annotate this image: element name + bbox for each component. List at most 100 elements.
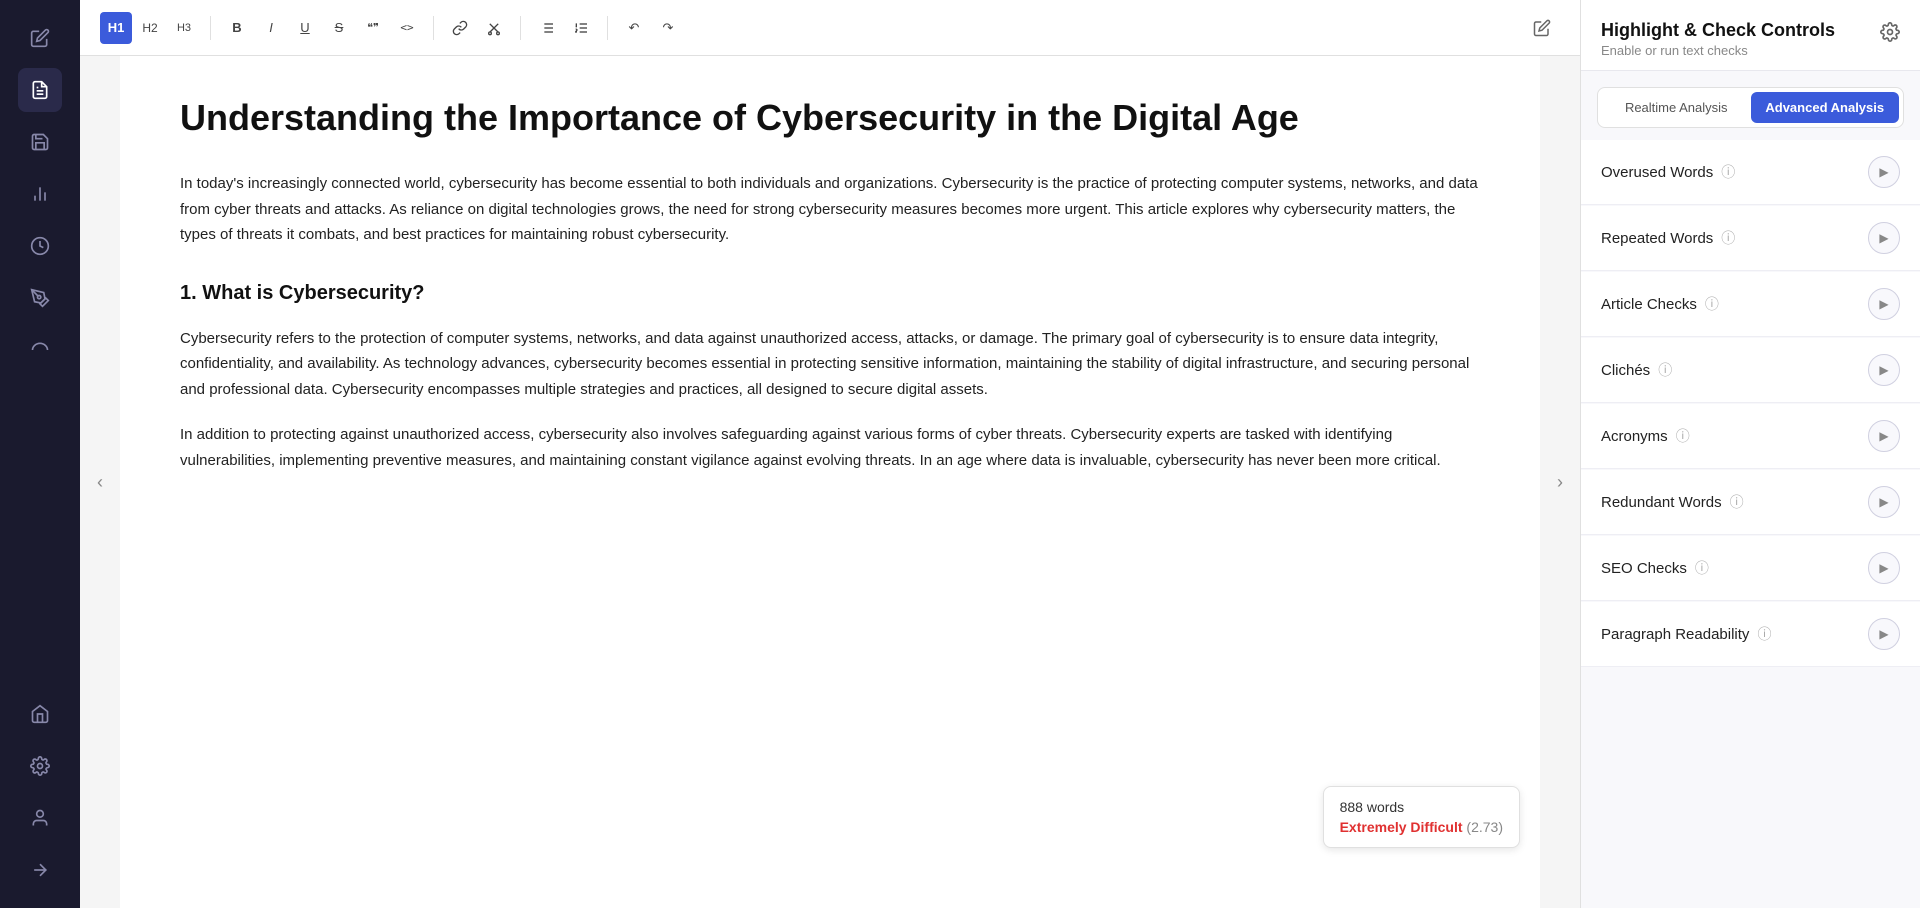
redo-button[interactable]: ↷ bbox=[652, 12, 684, 44]
sidebar-user-icon[interactable] bbox=[18, 796, 62, 840]
check-item-left-3: Article Checks ⓘ bbox=[1601, 294, 1719, 314]
sidebar-bottom bbox=[18, 692, 62, 892]
word-count-label: 888 words bbox=[1340, 799, 1503, 815]
sidebar-highlight-icon[interactable] bbox=[18, 276, 62, 320]
repeated-words-label: Repeated Words bbox=[1601, 230, 1713, 247]
divider-2 bbox=[433, 16, 434, 40]
article-checks-info-icon[interactable]: ⓘ bbox=[1705, 294, 1719, 314]
section-heading-1: 1. What is Cybersecurity? bbox=[180, 276, 1480, 310]
italic-button[interactable]: I bbox=[255, 12, 287, 44]
history-group: ↶ ↷ bbox=[618, 12, 684, 44]
check-item-left-2: Repeated Words ⓘ bbox=[1601, 228, 1735, 248]
bold-button[interactable]: B bbox=[221, 12, 253, 44]
paragraph-readability-label: Paragraph Readability bbox=[1601, 626, 1749, 643]
tab-realtime-analysis[interactable]: Realtime Analysis bbox=[1602, 92, 1751, 123]
divider-1 bbox=[210, 16, 211, 40]
repeated-words-info-icon[interactable]: ⓘ bbox=[1721, 228, 1735, 248]
prev-arrow[interactable]: ‹ bbox=[80, 56, 120, 908]
difficulty-score: (2.73) bbox=[1466, 819, 1503, 835]
check-item-left: Overused Words ⓘ bbox=[1601, 162, 1735, 182]
left-sidebar bbox=[0, 0, 80, 908]
cut-button[interactable] bbox=[478, 12, 510, 44]
link-button[interactable] bbox=[444, 12, 476, 44]
editor-container[interactable]: Understanding the Importance of Cybersec… bbox=[120, 56, 1540, 908]
format-group: B I U S ❝❞ <> bbox=[221, 12, 423, 44]
check-item-left-8: Paragraph Readability ⓘ bbox=[1601, 624, 1771, 644]
check-item-cliches[interactable]: Clichés ⓘ ▶ bbox=[1581, 338, 1920, 403]
paragraph-readability-run-btn[interactable]: ▶ bbox=[1868, 618, 1900, 650]
h2-button[interactable]: H2 bbox=[134, 12, 166, 44]
check-item-left-4: Clichés ⓘ bbox=[1601, 360, 1672, 380]
word-count-tooltip: 888 words Extremely Difficult (2.73) bbox=[1323, 786, 1520, 848]
check-item-left-7: SEO Checks ⓘ bbox=[1601, 558, 1709, 578]
right-panel-header: Highlight & Check Controls Enable or run… bbox=[1581, 0, 1920, 71]
check-item-article-checks[interactable]: Article Checks ⓘ ▶ bbox=[1581, 272, 1920, 337]
main-area: H1 H2 H3 B I U S ❝❞ <> bbox=[80, 0, 1580, 908]
panel-settings-icon[interactable] bbox=[1880, 22, 1900, 47]
sidebar-analytics-icon[interactable] bbox=[18, 224, 62, 268]
check-item-seo-checks[interactable]: SEO Checks ⓘ ▶ bbox=[1581, 536, 1920, 601]
paragraph-2: Cybersecurity refers to the protection o… bbox=[180, 326, 1480, 403]
cliches-info-icon[interactable]: ⓘ bbox=[1658, 360, 1672, 380]
sidebar-arrow-icon[interactable] bbox=[18, 848, 62, 892]
sidebar-home-icon[interactable] bbox=[18, 692, 62, 736]
article-checks-label: Article Checks bbox=[1601, 296, 1697, 313]
editor-wrapper: ‹ Understanding the Importance of Cybers… bbox=[80, 56, 1580, 908]
difficulty-label: Extremely Difficult (2.73) bbox=[1340, 819, 1503, 835]
check-item-overused-words[interactable]: Overused Words ⓘ ▶ bbox=[1581, 140, 1920, 205]
redundant-words-info-icon[interactable]: ⓘ bbox=[1730, 492, 1744, 512]
sidebar-edit-icon[interactable] bbox=[18, 16, 62, 60]
h3-button[interactable]: H3 bbox=[168, 12, 200, 44]
code-button[interactable]: <> bbox=[391, 12, 423, 44]
repeated-words-run-btn[interactable]: ▶ bbox=[1868, 222, 1900, 254]
cliches-run-btn[interactable]: ▶ bbox=[1868, 354, 1900, 386]
acronyms-run-btn[interactable]: ▶ bbox=[1868, 420, 1900, 452]
sidebar-settings-icon[interactable] bbox=[18, 744, 62, 788]
next-arrow[interactable]: › bbox=[1540, 56, 1580, 908]
seo-checks-info-icon[interactable]: ⓘ bbox=[1695, 558, 1709, 578]
check-item-paragraph-readability[interactable]: Paragraph Readability ⓘ ▶ bbox=[1581, 602, 1920, 667]
redundant-words-run-btn[interactable]: ▶ bbox=[1868, 486, 1900, 518]
h1-button[interactable]: H1 bbox=[100, 12, 132, 44]
overused-words-info-icon[interactable]: ⓘ bbox=[1721, 162, 1735, 182]
redundant-words-label: Redundant Words bbox=[1601, 494, 1722, 511]
strikethrough-button[interactable]: S bbox=[323, 12, 355, 44]
undo-button[interactable]: ↶ bbox=[618, 12, 650, 44]
paragraph-1: In today's increasingly connected world,… bbox=[180, 171, 1480, 248]
toolbar: H1 H2 H3 B I U S ❝❞ <> bbox=[80, 0, 1580, 56]
checks-list: Overused Words ⓘ ▶ Repeated Words ⓘ ▶ Ar… bbox=[1581, 128, 1920, 680]
sidebar-document-icon[interactable] bbox=[18, 68, 62, 112]
overused-words-label: Overused Words bbox=[1601, 164, 1713, 181]
underline-button[interactable]: U bbox=[289, 12, 321, 44]
sidebar-chart-icon[interactable] bbox=[18, 172, 62, 216]
article-body[interactable]: In today's increasingly connected world,… bbox=[180, 171, 1480, 473]
check-item-redundant-words[interactable]: Redundant Words ⓘ ▶ bbox=[1581, 470, 1920, 535]
divider-3 bbox=[520, 16, 521, 40]
paragraph-readability-info-icon[interactable]: ⓘ bbox=[1757, 624, 1771, 644]
right-panel-subtitle: Enable or run text checks bbox=[1601, 43, 1835, 58]
edit-mode-icon[interactable] bbox=[1524, 10, 1560, 46]
insert-group bbox=[444, 12, 510, 44]
right-panel: Highlight & Check Controls Enable or run… bbox=[1580, 0, 1920, 908]
check-item-left-6: Redundant Words ⓘ bbox=[1601, 492, 1744, 512]
acronyms-info-icon[interactable]: ⓘ bbox=[1676, 426, 1690, 446]
article-checks-run-btn[interactable]: ▶ bbox=[1868, 288, 1900, 320]
difficulty-text: Extremely Difficult bbox=[1340, 819, 1463, 835]
analysis-tabs: Realtime Analysis Advanced Analysis bbox=[1597, 87, 1904, 128]
check-item-left-5: Acronyms ⓘ bbox=[1601, 426, 1690, 446]
seo-checks-run-btn[interactable]: ▶ bbox=[1868, 552, 1900, 584]
right-panel-title: Highlight & Check Controls bbox=[1601, 20, 1835, 41]
numbered-list-button[interactable] bbox=[565, 12, 597, 44]
tab-advanced-analysis[interactable]: Advanced Analysis bbox=[1751, 92, 1900, 123]
check-item-acronyms[interactable]: Acronyms ⓘ ▶ bbox=[1581, 404, 1920, 469]
article-title: Understanding the Importance of Cybersec… bbox=[180, 96, 1480, 139]
quote-button[interactable]: ❝❞ bbox=[357, 12, 389, 44]
acronyms-label: Acronyms bbox=[1601, 428, 1668, 445]
sidebar-curve-icon[interactable] bbox=[18, 328, 62, 372]
list-group bbox=[531, 12, 597, 44]
cliches-label: Clichés bbox=[1601, 362, 1650, 379]
sidebar-save-icon[interactable] bbox=[18, 120, 62, 164]
bullet-list-button[interactable] bbox=[531, 12, 563, 44]
overused-words-run-btn[interactable]: ▶ bbox=[1868, 156, 1900, 188]
check-item-repeated-words[interactable]: Repeated Words ⓘ ▶ bbox=[1581, 206, 1920, 271]
